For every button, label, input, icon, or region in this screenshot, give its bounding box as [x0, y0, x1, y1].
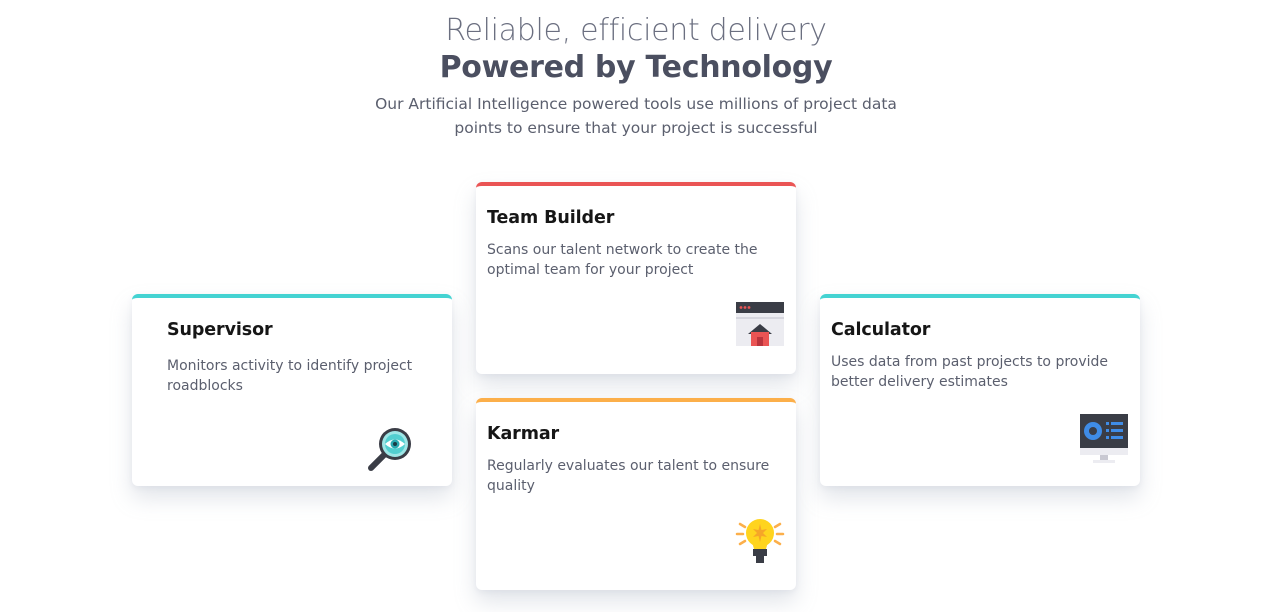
card-team-builder: Team Builder Scans our talent network to…: [476, 182, 796, 374]
card-text: Scans our talent network to create the o…: [487, 242, 758, 278]
section-title: Powered by Technology: [439, 50, 833, 85]
lightbulb-icon: [734, 516, 786, 568]
section-description: Our Artificial Intelligence powered tool…: [375, 95, 897, 137]
card-title: Supervisor: [167, 320, 273, 340]
section-subtitle: Reliable, efficient delivery: [445, 13, 827, 48]
card-text: Regularly evaluates our talent to ensure…: [487, 458, 770, 494]
card-karmar: Karmar Regularly evaluates our talent to…: [476, 398, 796, 590]
card-supervisor: Supervisor Monitors activity to identify…: [132, 294, 452, 486]
card-text: Monitors activity to identify project ro…: [167, 358, 413, 394]
card-text: Uses data from past projects to provide …: [831, 354, 1109, 390]
magnifier-eye-icon: [365, 422, 417, 474]
card-calculator: Calculator Uses data from past projects …: [820, 294, 1140, 486]
features-section: Reliable, efficient delivery Powered by …: [0, 0, 1286, 612]
card-title: Karmar: [487, 424, 560, 444]
monitor-dashboard-icon: [1078, 412, 1130, 464]
card-title: Team Builder: [487, 208, 615, 228]
browser-house-icon: [734, 300, 786, 352]
section-header: Reliable, efficient delivery Powered by …: [0, 12, 1272, 140]
card-title: Calculator: [831, 320, 931, 340]
